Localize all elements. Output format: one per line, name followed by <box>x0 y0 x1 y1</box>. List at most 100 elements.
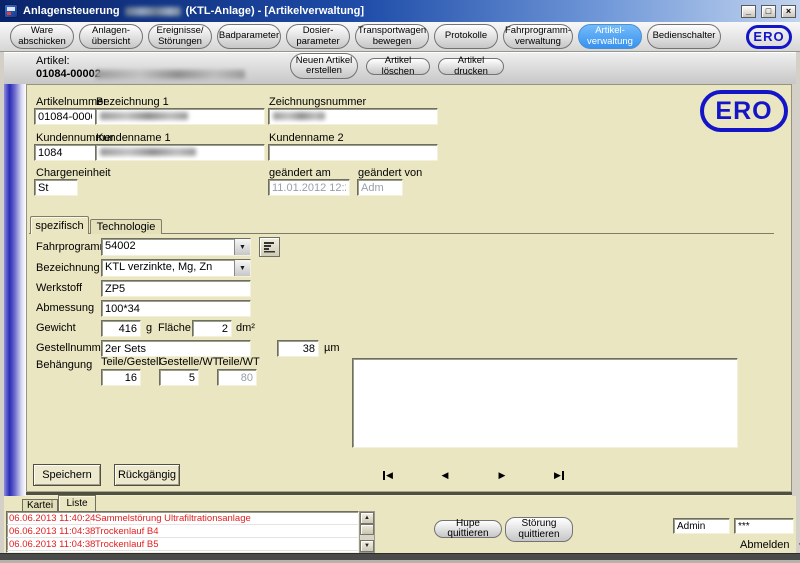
tab-kartei[interactable]: Kartei <box>22 499 58 511</box>
nav-prev-icon: ◀ <box>442 470 449 481</box>
schichtdicke-unit-label: µm <box>324 342 340 354</box>
log-time: 06.06.2013 11:40:24 <box>7 513 91 524</box>
bezeichnung1-label: Bezeichnung 1 <box>96 96 169 108</box>
toolbar-dosierparameter[interactable]: Dosier- parameter <box>286 24 350 49</box>
record-prev-button[interactable]: ◀ <box>435 468 455 482</box>
artikelnummer-field[interactable] <box>34 108 96 125</box>
flaeche-label: Fläche <box>158 322 191 334</box>
panel-left-gradient-bar <box>4 84 26 509</box>
title-bar: Anlagensteuerung (KTL-Anlage) - [Artikel… <box>0 0 800 22</box>
tab-spezifisch[interactable]: spezifisch <box>30 216 89 234</box>
save-button[interactable]: Speichern <box>33 464 101 486</box>
toolbar-bedienschalter[interactable]: Bedienschalter <box>647 24 721 49</box>
kundenname2-field[interactable] <box>268 144 438 161</box>
bezeichnung-label: Bezeichnung <box>36 262 100 274</box>
delete-article-button[interactable]: Artikel löschen <box>366 58 430 75</box>
zeichnungsnummer-label: Zeichnungsnummer <box>269 96 366 108</box>
article-number: 01084-00002 <box>36 68 101 80</box>
werkstoff-field[interactable] <box>101 280 251 297</box>
new-article-button[interactable]: Neuen Artikel erstellen <box>290 53 358 79</box>
toolbar-protokolle[interactable]: Protokolle <box>434 24 498 49</box>
record-last-button[interactable]: ▶ <box>549 468 569 482</box>
gewicht-unit-label: g <box>146 322 152 334</box>
fault-acknowledge-button[interactable]: Störung quittieren <box>505 517 573 542</box>
window-bottom-bar <box>0 553 800 560</box>
chevron-down-icon[interactable]: ▼ <box>234 239 250 255</box>
chevron-down-icon[interactable]: ▼ <box>234 260 250 276</box>
gestellnummer-field[interactable] <box>101 340 251 357</box>
geaendert-von-field <box>357 179 403 196</box>
kundenname2-label: Kundenname 2 <box>269 132 344 144</box>
nav-next-icon: ▶ <box>554 470 561 481</box>
first-bar-icon <box>383 471 385 480</box>
toolbar-artikelverwaltung-active[interactable]: Artikel- verwaltung <box>578 24 642 49</box>
redacted-kundenname1 <box>100 148 196 156</box>
teile-gestell-label: Teile/Gestell <box>101 356 161 368</box>
toolbar-fahrprogrammverwaltung[interactable]: Fahrprogramm- verwaltung <box>503 24 573 49</box>
close-button[interactable]: × <box>781 5 796 18</box>
toolbar-ware-abschicken[interactable]: Ware abschicken <box>10 24 74 49</box>
kundenname1-label: Kundenname 1 <box>96 132 171 144</box>
geaendert-von-label: geändert von <box>358 167 422 179</box>
chargeneinheit-label: Chargeneinheit <box>36 167 111 179</box>
kundennummer-field[interactable] <box>34 144 96 161</box>
record-first-button[interactable]: ◀ <box>378 468 398 482</box>
fahrprogramm-select[interactable]: 54002 ▼ <box>101 238 251 256</box>
minimize-button[interactable]: _ <box>741 5 756 18</box>
gewicht-label: Gewicht <box>36 322 76 334</box>
logout-dropdown[interactable]: Abmelden ▼ <box>740 539 800 551</box>
fahrprogramm-label: Fahrprogramm <box>36 241 109 253</box>
bar-list-icon <box>263 241 276 254</box>
teile-wt-label: Teile/WT <box>217 356 260 368</box>
redacted-article-name <box>95 70 245 79</box>
notes-textarea[interactable] <box>352 358 738 448</box>
fahrprogramm-value: 54002 <box>102 239 234 255</box>
abmessung-label: Abmessung <box>36 302 94 314</box>
scroll-down-icon: ▼ <box>364 543 370 549</box>
toolbar-badparameter[interactable]: Badparameter <box>217 24 281 49</box>
gestellnummer-label: Gestellnummer <box>36 342 111 354</box>
password-field[interactable] <box>734 518 794 534</box>
username-field[interactable] <box>673 518 730 534</box>
chargeneinheit-field[interactable] <box>34 179 78 196</box>
last-bar-icon <box>562 471 564 480</box>
tab-liste[interactable]: Liste <box>58 495 96 511</box>
bezeichnung-value: KTL verzinkte, Mg, Zn <box>102 260 234 276</box>
log-message: Trockenlauf B5 <box>91 539 159 550</box>
toolbar-ereignisse-stoerungen[interactable]: Ereignisse/ Störungen <box>148 24 212 49</box>
scroll-up-button[interactable]: ▲ <box>360 512 374 524</box>
flaeche-unit-label: dm² <box>236 322 255 334</box>
title-context: (KTL-Anlage) - [Artikelverwaltung] <box>186 5 364 17</box>
scrollbar-thumb[interactable] <box>360 524 374 535</box>
log-time: 06.06.2013 11:04:38 <box>7 526 91 537</box>
toolbar-transportwagen-bewegen[interactable]: Transportwagen bewegen <box>355 24 429 49</box>
horn-acknowledge-button[interactable]: Hupe quittieren <box>434 520 502 538</box>
teile-gestell-field[interactable] <box>101 369 141 386</box>
scroll-down-button[interactable]: ▼ <box>360 540 374 552</box>
toolbar-anlagenuebersicht[interactable]: Anlagen- übersicht <box>79 24 143 49</box>
print-article-button[interactable]: Artikel drucken <box>438 58 504 75</box>
scroll-up-icon: ▲ <box>364 515 370 521</box>
tab-technologie[interactable]: Technologie <box>90 219 162 234</box>
undo-button[interactable]: Rückgängig <box>114 464 180 486</box>
bezeichnung-select[interactable]: KTL verzinkte, Mg, Zn ▼ <box>101 259 251 277</box>
app-icon <box>4 4 18 18</box>
flaeche-field[interactable] <box>192 320 232 337</box>
log-row[interactable]: 06.06.2013 11:04:38 Trockenlauf B4 <box>7 525 358 538</box>
program-steps-button[interactable] <box>259 237 280 257</box>
gestelle-wt-field[interactable] <box>159 369 199 386</box>
gestelle-wt-label: Gestelle/WT <box>159 356 220 368</box>
log-scrollbar[interactable]: ▲ ▼ <box>359 511 375 553</box>
logout-label: Abmelden <box>740 539 790 551</box>
maximize-button[interactable]: □ <box>761 5 776 18</box>
log-row[interactable]: 06.06.2013 11:40:24 Sammelstörung Ultraf… <box>7 512 358 525</box>
schichtdicke-field[interactable] <box>277 340 319 357</box>
log-row[interactable]: 06.06.2013 11:04:38 Trockenlauf B5 <box>7 538 358 551</box>
redacted-zeichnungsnummer <box>273 112 325 120</box>
abmessung-field[interactable] <box>101 300 251 317</box>
werkstoff-label: Werkstoff <box>36 282 82 294</box>
record-next-button[interactable]: ▶ <box>492 468 512 482</box>
gewicht-field[interactable] <box>101 320 141 337</box>
redacted-bezeichnung1 <box>100 112 188 120</box>
geaendert-am-label: geändert am <box>269 167 331 179</box>
